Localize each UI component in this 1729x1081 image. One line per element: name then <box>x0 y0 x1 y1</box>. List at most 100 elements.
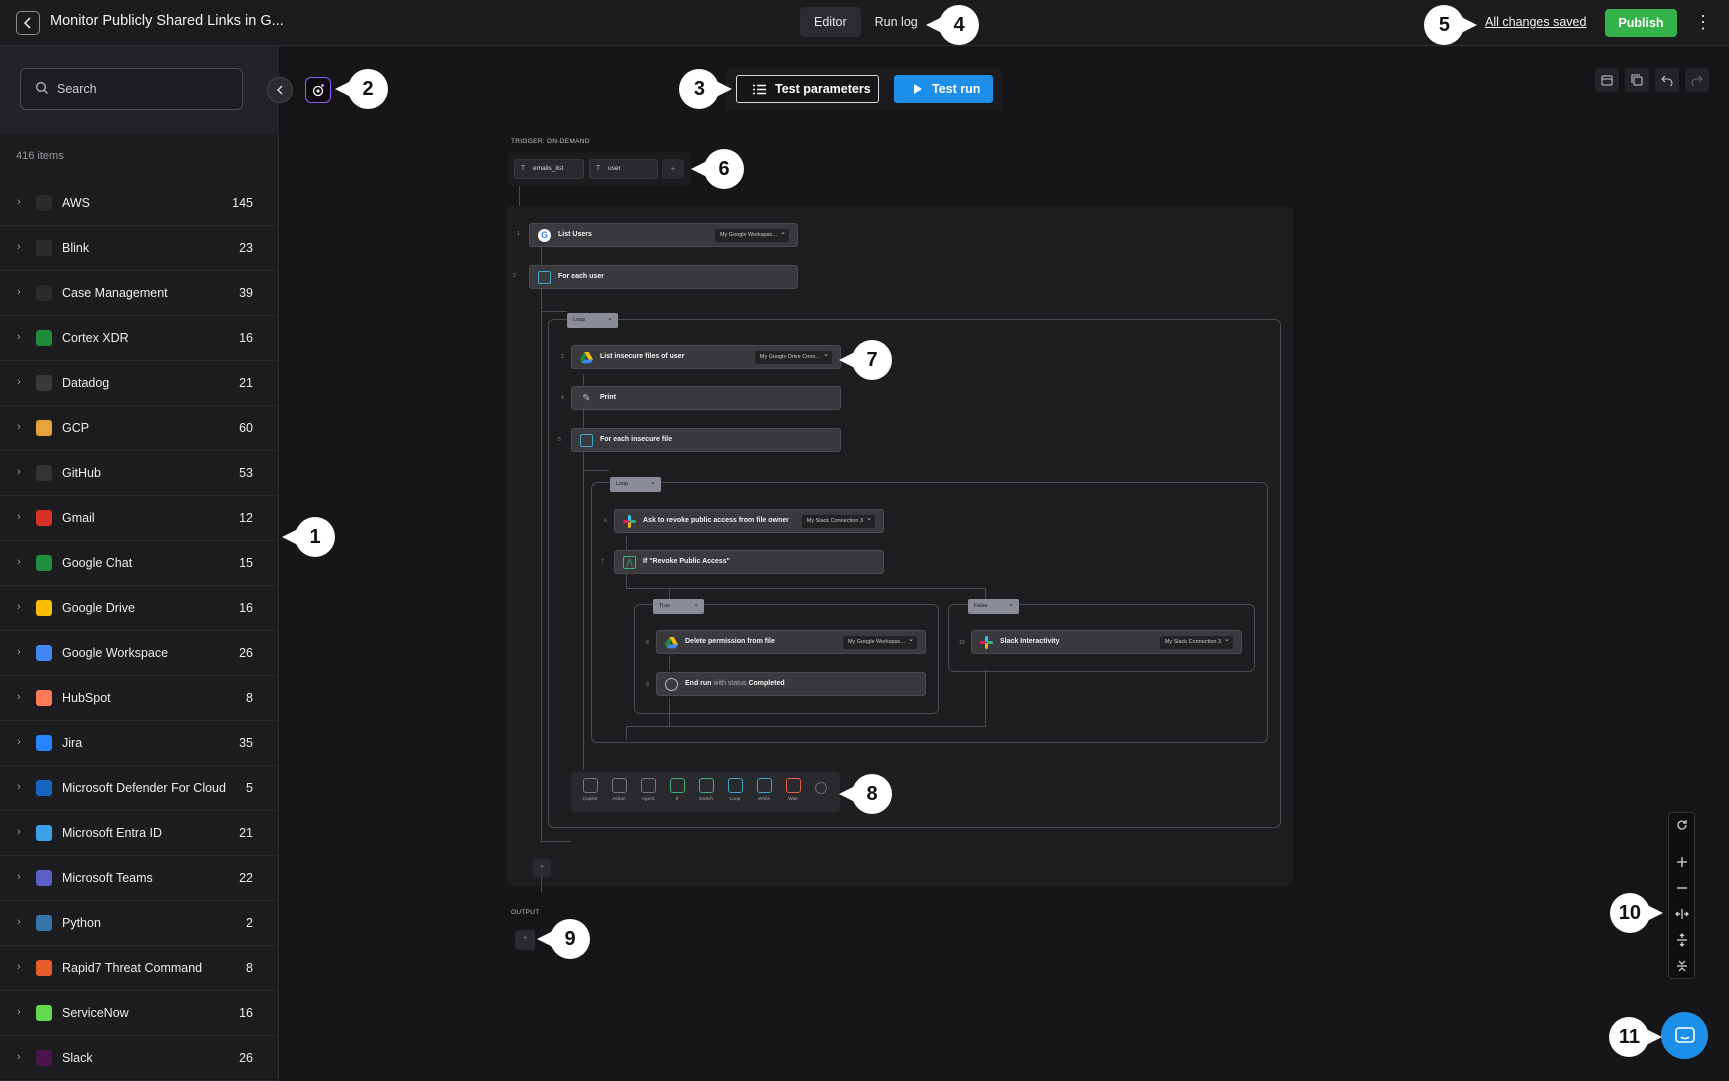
integration-item[interactable]: › Google Drive 16 <box>0 586 279 631</box>
node-ask-revoke[interactable]: Ask to revoke public access from file ow… <box>614 509 884 533</box>
collapse-sidebar-button[interactable] <box>267 77 293 103</box>
integration-item[interactable]: › HubSpot 8 <box>0 676 279 721</box>
publish-button[interactable]: Publish <box>1605 9 1677 37</box>
zoom-out-icon[interactable] <box>1669 876 1694 900</box>
add-step-button[interactable]: + <box>533 859 551 877</box>
loop-type-select[interactable]: Loop <box>567 311 618 328</box>
integration-item[interactable]: › Microsoft Teams 22 <box>0 856 279 901</box>
tab-editor[interactable]: Editor <box>800 7 861 37</box>
node-for-each-user[interactable]: For each user <box>529 265 798 289</box>
chevron-right-icon[interactable]: › <box>17 466 21 478</box>
chevron-right-icon[interactable]: › <box>17 421 21 433</box>
chevron-right-icon[interactable]: › <box>17 1006 21 1018</box>
chevron-right-icon[interactable]: › <box>17 691 21 703</box>
integration-item[interactable]: › Python 2 <box>0 901 279 946</box>
back-button[interactable] <box>16 11 40 35</box>
param-chip[interactable]: Tuser <box>589 159 658 179</box>
palette-while[interactable]: While <box>753 778 775 802</box>
view-tabs: Editor Run log <box>800 7 932 37</box>
copy-icon[interactable] <box>1625 68 1649 92</box>
search-box[interactable] <box>20 68 243 110</box>
chevron-right-icon[interactable]: › <box>17 826 21 838</box>
palette-switch[interactable]: Switch <box>695 778 717 802</box>
workflow-title[interactable]: Monitor Publicly Shared Links in G... <box>50 13 284 29</box>
integration-item[interactable]: › Rapid7 Threat Command 8 <box>0 946 279 991</box>
chevron-right-icon[interactable]: › <box>17 556 21 568</box>
integration-item[interactable]: › AWS 145 <box>0 181 279 226</box>
palette-action[interactable]: Action <box>608 778 630 802</box>
integration-item[interactable]: › ServiceNow 16 <box>0 991 279 1036</box>
palette-wait[interactable]: Wait <box>782 778 804 802</box>
branch-true-select[interactable]: True <box>653 597 704 614</box>
chat-support-button[interactable] <box>1661 1012 1708 1059</box>
more-options-icon[interactable]: ⋮ <box>1694 12 1712 32</box>
integration-item[interactable]: › GCP 60 <box>0 406 279 451</box>
node-delete-permission[interactable]: Delete permission from file My Google Wo… <box>656 630 926 654</box>
chevron-right-icon[interactable]: › <box>17 1051 21 1063</box>
copilot-button[interactable] <box>305 77 331 103</box>
palette-copilot[interactable]: Copilot <box>579 778 601 802</box>
chevron-down-icon[interactable] <box>815 782 827 794</box>
node-list-users[interactable]: G List Users My Google Workspac... <box>529 223 798 247</box>
chevron-right-icon[interactable]: › <box>17 916 21 928</box>
tab-run-log[interactable]: Run log <box>861 7 932 37</box>
node-if-revoke[interactable]: ⋀ If "Revoke Public Access" <box>614 550 884 574</box>
calendar-icon[interactable] <box>1595 68 1619 92</box>
node-list-insecure-files[interactable]: List insecure files of user My Google Dr… <box>571 345 841 369</box>
palette-agent[interactable]: Agent <box>637 778 659 802</box>
chevron-right-icon[interactable]: › <box>17 736 21 748</box>
connection-select[interactable]: My Slack Connection 3 <box>1159 633 1233 649</box>
integration-item[interactable]: › Jira 35 <box>0 721 279 766</box>
integration-item[interactable]: › GitHub 53 <box>0 451 279 496</box>
test-run-button[interactable]: Test run <box>894 75 993 103</box>
chevron-right-icon[interactable]: › <box>17 871 21 883</box>
node-for-each-file[interactable]: For each insecure file <box>571 428 841 452</box>
chevron-right-icon[interactable]: › <box>17 331 21 343</box>
add-parameter-button[interactable]: + <box>662 159 684 179</box>
reset-icon[interactable] <box>1669 813 1694 837</box>
connection-select[interactable]: My Google Drive Conn... <box>754 348 832 364</box>
palette-loop[interactable]: Loop <box>724 778 746 802</box>
chevron-right-icon[interactable]: › <box>17 511 21 523</box>
chevron-right-icon[interactable]: › <box>17 286 21 298</box>
branch-false-select[interactable]: False <box>968 597 1019 614</box>
node-slack-interactivity[interactable]: Slack Interactivity My Slack Connection … <box>971 630 1242 654</box>
integration-item[interactable]: › Microsoft Entra ID 21 <box>0 811 279 856</box>
zoom-in-icon[interactable] <box>1669 850 1694 874</box>
integration-item[interactable]: › Case Management 39 <box>0 271 279 316</box>
chevron-right-icon[interactable]: › <box>17 196 21 208</box>
save-status-link[interactable]: All changes saved <box>1485 15 1586 29</box>
chevron-right-icon[interactable]: › <box>17 781 21 793</box>
chevron-right-icon[interactable]: › <box>17 646 21 658</box>
integration-count: 8 <box>246 691 253 705</box>
palette-if[interactable]: If <box>666 778 688 802</box>
chevron-right-icon[interactable]: › <box>17 961 21 973</box>
add-output-button[interactable]: + <box>515 930 535 950</box>
connection-select[interactable]: My Slack Connection 3 <box>801 512 875 528</box>
integration-item[interactable]: › Slack 26 <box>0 1036 279 1081</box>
integration-item[interactable]: › Cortex XDR 16 <box>0 316 279 361</box>
fit-width-icon[interactable] <box>1669 902 1694 926</box>
integration-item[interactable]: › Blink 23 <box>0 226 279 271</box>
integration-item[interactable]: › Datadog 21 <box>0 361 279 406</box>
redo-icon[interactable] <box>1685 68 1709 92</box>
param-chip[interactable]: Temails_list <box>514 159 584 179</box>
test-parameters-button[interactable]: Test parameters <box>736 75 879 103</box>
integration-item[interactable]: › Google Chat 15 <box>0 541 279 586</box>
connection-select[interactable]: My Google Workspac... <box>842 633 917 649</box>
collapse-icon[interactable] <box>1669 954 1694 978</box>
search-input[interactable] <box>57 69 237 109</box>
integration-item[interactable]: › Google Workspace 26 <box>0 631 279 676</box>
loop-type-select[interactable]: Loop <box>610 475 661 492</box>
node-print[interactable]: ✎ Print <box>571 386 841 410</box>
node-end-run[interactable]: End run with status Completed <box>656 672 926 696</box>
chevron-right-icon[interactable]: › <box>17 601 21 613</box>
integration-item[interactable]: › Microsoft Defender For Cloud 5 <box>0 766 279 811</box>
chevron-right-icon[interactable]: › <box>17 241 21 253</box>
fit-height-icon[interactable] <box>1669 928 1694 952</box>
chevron-right-icon[interactable]: › <box>17 376 21 388</box>
connection-select[interactable]: My Google Workspac... <box>714 226 789 242</box>
blink-icon <box>36 240 52 256</box>
undo-icon[interactable] <box>1655 68 1679 92</box>
integration-item[interactable]: › Gmail 12 <box>0 496 279 541</box>
